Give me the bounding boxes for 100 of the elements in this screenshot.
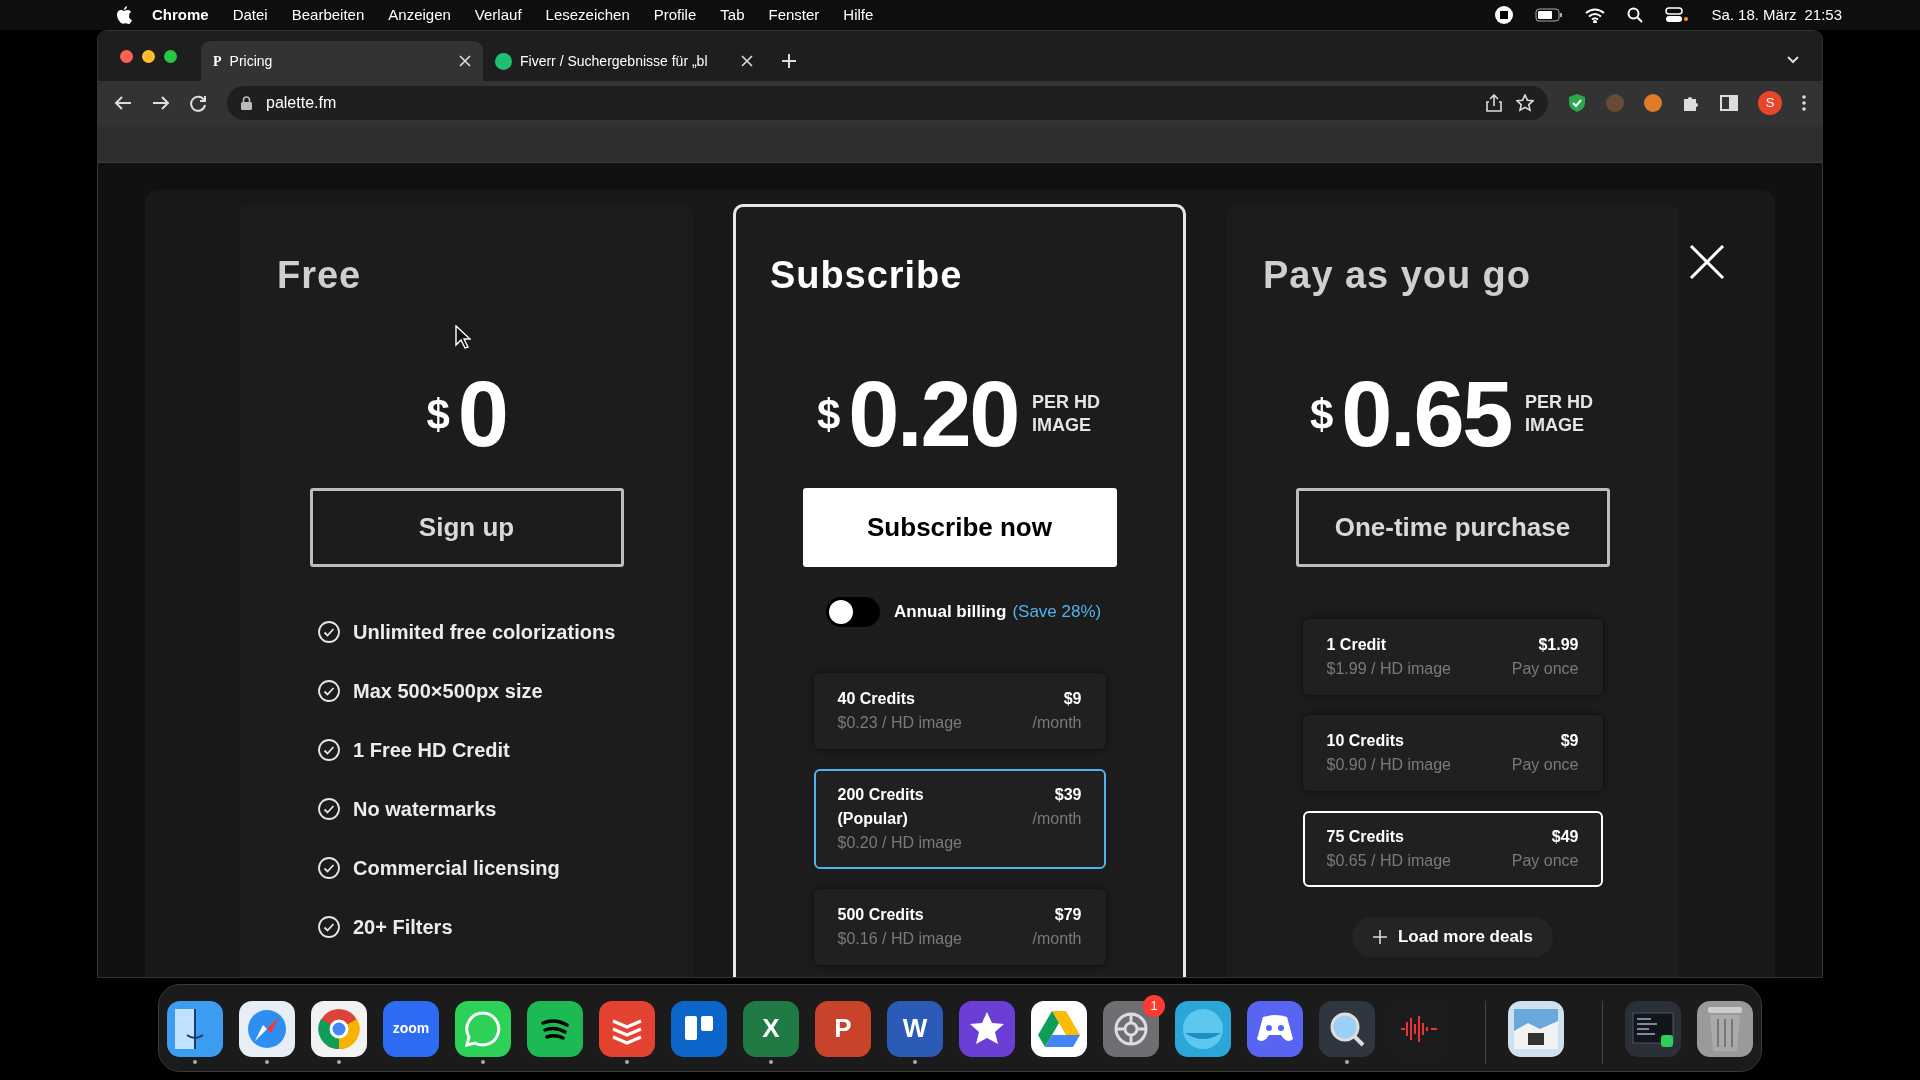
- favicon: P: [213, 52, 222, 71]
- check-circle-icon: [317, 738, 341, 762]
- record-icon[interactable]: [1495, 6, 1514, 24]
- plan-price: 0: [457, 368, 507, 460]
- plan-button[interactable]: Subscribe now: [802, 488, 1117, 567]
- feature-text: 1 Free HD Credit: [353, 738, 510, 763]
- sidebar-icon[interactable]: [1720, 95, 1738, 111]
- dock-app-icon[interactable]: [1625, 1000, 1681, 1057]
- check-circle-icon: [317, 856, 341, 880]
- credit-option[interactable]: 10 Credits $0.90 / HD image $9 Pay once: [1302, 715, 1603, 791]
- plan-button[interactable]: One-time purchase: [1295, 488, 1610, 567]
- battery-icon[interactable]: [1535, 8, 1564, 22]
- trash-icon: [1705, 1004, 1745, 1053]
- check-circle-icon: [317, 620, 341, 644]
- apple-icon[interactable]: [116, 6, 132, 24]
- per-image-price: $0.23 / HD image: [837, 713, 962, 733]
- menu-item[interactable]: Verlauf: [474, 3, 522, 27]
- dock-app-icon[interactable]: [527, 1000, 583, 1057]
- triangle-icon: [1037, 1008, 1081, 1049]
- dock-app-icon[interactable]: [1031, 1000, 1087, 1057]
- menu-item[interactable]: Profile: [653, 3, 697, 27]
- extension-icon[interactable]: [1644, 94, 1662, 112]
- forward-icon[interactable]: [152, 95, 170, 111]
- menu-bar-date[interactable]: Sa. 18. März: [1711, 3, 1797, 27]
- plan-button[interactable]: Sign up: [309, 488, 624, 567]
- browser-tab[interactable]: Fiverr / Suchergebnisse für „bl: [483, 41, 765, 81]
- search-icon[interactable]: [1627, 7, 1644, 23]
- puzzle-icon[interactable]: [1682, 94, 1700, 112]
- per-image-price: $0.20 / HD image: [837, 833, 963, 853]
- menu-item[interactable]: Bearbeiten: [291, 3, 365, 27]
- circle-icon: [1181, 1006, 1225, 1051]
- menu-item[interactable]: Datei: [232, 3, 268, 27]
- feature-text: No watermarks: [353, 797, 497, 822]
- credit-option[interactable]: 500 Credits $0.16 / HD image $79 /month: [813, 889, 1106, 965]
- mouse-cursor-icon: [455, 325, 471, 349]
- currency-symbol: $: [1309, 389, 1334, 440]
- reload-icon[interactable]: [190, 94, 207, 112]
- share-icon[interactable]: [1486, 94, 1502, 112]
- new-tab-icon[interactable]: [781, 53, 797, 69]
- dock-app-icon[interactable]: X: [743, 1000, 799, 1057]
- dock-app-icon[interactable]: [1175, 1000, 1231, 1057]
- plus-icon: [1371, 929, 1388, 945]
- tab-title: Pricing: [229, 51, 274, 71]
- browser-tab[interactable]: P Pricing: [201, 41, 483, 81]
- credit-price: $79: [1054, 905, 1082, 925]
- currency-symbol: $: [816, 389, 841, 440]
- load-more-button[interactable]: Load more deals: [1351, 917, 1554, 957]
- credit-price: $9: [1560, 731, 1579, 751]
- plan-price: 0.20: [848, 368, 1019, 460]
- dock-app-icon[interactable]: [167, 1000, 223, 1057]
- app-menu[interactable]: Chrome: [152, 3, 209, 27]
- feature-text: 20+ Filters: [353, 915, 453, 940]
- chevron-down-icon[interactable]: [1786, 55, 1800, 65]
- dock-app-icon[interactable]: [239, 1000, 295, 1057]
- dock-app-icon[interactable]: [599, 1000, 655, 1057]
- credit-option[interactable]: 1 Credit $1.99 / HD image $1.99 Pay once: [1302, 619, 1603, 695]
- address-bar[interactable]: palette.fm: [227, 86, 1548, 120]
- close-icon[interactable]: [1689, 244, 1725, 280]
- plan-title: Free: [277, 254, 362, 296]
- dock-app-icon[interactable]: [671, 1000, 727, 1057]
- dock-app-icon[interactable]: [1697, 1000, 1753, 1057]
- dock-app-icon[interactable]: [311, 1000, 367, 1057]
- dock-app-icon[interactable]: [959, 1000, 1015, 1057]
- dock-app-icon[interactable]: P: [815, 1000, 871, 1057]
- dock-app-icon[interactable]: [1319, 1000, 1375, 1057]
- billing-term: Pay once: [1511, 659, 1579, 679]
- menu-item[interactable]: Tab: [720, 3, 745, 27]
- credit-option[interactable]: 200 Credits (Popular) $0.20 / HD image $39 /month: [813, 769, 1106, 869]
- menu-item[interactable]: Anzeigen: [388, 3, 451, 27]
- landscape-icon: [1514, 1008, 1558, 1049]
- feature-text: Commercial licensing: [353, 856, 560, 881]
- credit-option[interactable]: 40 Credits $0.23 / HD image $9 /month: [813, 673, 1106, 749]
- wifi-icon[interactable]: [1585, 7, 1606, 23]
- dock-app-icon[interactable]: [455, 1000, 511, 1057]
- credit-option[interactable]: 75 Credits $0.65 / HD image $49 Pay once: [1302, 811, 1603, 887]
- profile-avatar[interactable]: S: [1758, 91, 1782, 115]
- toggles-icon[interactable]: [1665, 7, 1690, 23]
- dock-app-icon[interactable]: [1247, 1000, 1303, 1057]
- dock-app-icon[interactable]: [1508, 1000, 1564, 1057]
- menu-item[interactable]: Fenster: [768, 3, 820, 27]
- dock-app-icon[interactable]: W: [887, 1000, 943, 1057]
- close-tab-icon[interactable]: [459, 55, 471, 67]
- per-image-price: $1.99 / HD image: [1326, 659, 1451, 679]
- app-label: zoom: [392, 1019, 430, 1038]
- back-icon[interactable]: [114, 95, 132, 111]
- menu-item[interactable]: Hilfe: [843, 3, 874, 27]
- app-letter: X: [762, 1012, 780, 1045]
- shield-icon[interactable]: [1568, 93, 1586, 113]
- menu-bar-clock[interactable]: 21:53: [1804, 3, 1842, 27]
- credit-amount: 500 Credits: [837, 905, 925, 925]
- menu-item[interactable]: Lesezeichen: [545, 3, 630, 27]
- more-menu-icon[interactable]: [1802, 95, 1806, 111]
- billing-term: /month: [1032, 809, 1082, 829]
- price-unit: PER HD IMAGE: [1032, 391, 1102, 437]
- toggle-switch[interactable]: [826, 597, 880, 627]
- currency-symbol: $: [426, 389, 450, 440]
- star-icon[interactable]: [1516, 94, 1534, 112]
- dock-app-icon[interactable]: [1103, 1000, 1159, 1057]
- dock-app-icon[interactable]: zoom: [383, 1000, 439, 1057]
- close-tab-icon[interactable]: [741, 55, 753, 67]
